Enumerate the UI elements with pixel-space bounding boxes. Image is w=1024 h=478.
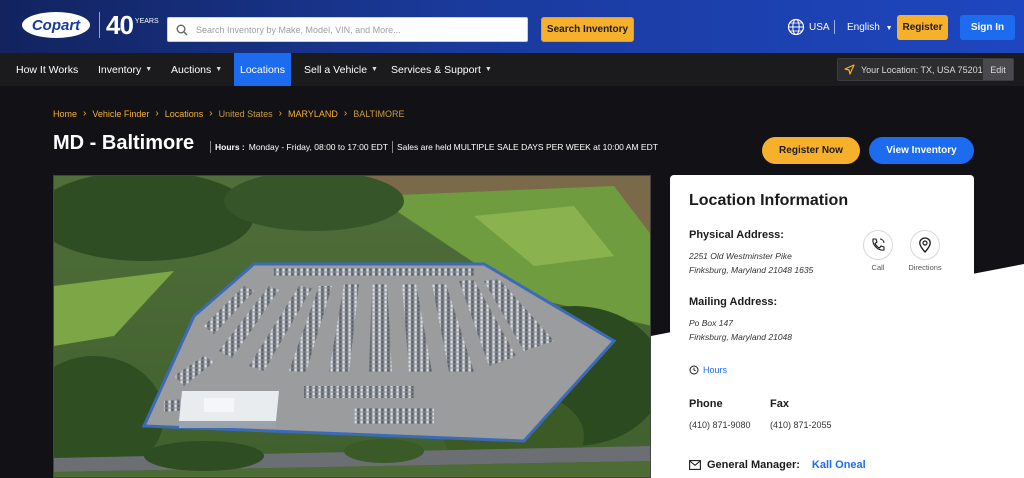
divider <box>391 141 393 153</box>
general-manager-row: General Manager: Kall Oneal <box>689 459 866 471</box>
page-title: MD - Baltimore <box>53 132 195 154</box>
your-location-box[interactable]: Your Location: TX, USA 75201 Edit <box>837 58 1014 81</box>
chevron-right-icon: › <box>343 108 348 119</box>
breadcrumb-maryland[interactable]: MARYLAND <box>288 109 338 119</box>
mailing-address-line2: Finksburg, Maryland 21048 <box>689 332 793 342</box>
top-header: Copart 40 YEARS Search Inventory USA Eng… <box>0 0 1024 53</box>
nav-inventory[interactable]: Inventory ▼ <box>98 53 152 86</box>
location-aerial-photo <box>53 175 651 478</box>
nav-label: Locations <box>240 63 285 76</box>
location-info-card: Location Information Physical Address: 2… <box>670 175 974 478</box>
fax-value: (410) 871-2055 <box>770 420 832 430</box>
phone-value[interactable]: (410) 871-9080 <box>689 420 751 430</box>
chevron-down-icon: ▼ <box>885 25 893 32</box>
breadcrumb: Home › Vehicle Finder › Locations › Unit… <box>53 108 405 119</box>
copart-logo[interactable]: Copart <box>22 12 90 38</box>
directions-button[interactable] <box>910 230 940 260</box>
language-selector[interactable]: English ▼ <box>847 22 893 33</box>
country-selector[interactable]: USA <box>809 22 830 33</box>
phone-icon <box>872 238 885 251</box>
globe-icon[interactable] <box>787 18 805 36</box>
view-inventory-button[interactable]: View Inventory <box>869 137 974 164</box>
search-bar[interactable] <box>167 17 528 42</box>
search-input[interactable] <box>196 24 516 35</box>
general-manager-label: General Manager: <box>707 459 800 471</box>
mailing-address-line1: Po Box 147 <box>689 318 733 328</box>
sign-in-button[interactable]: Sign In <box>960 15 1015 40</box>
mailing-address: Po Box 147 Finksburg, Maryland 21048 <box>689 316 792 344</box>
chevron-right-icon: › <box>83 108 87 119</box>
breadcrumb-united-states[interactable]: United States <box>219 109 273 119</box>
sales-note: Sales are held MULTIPLE SALE DAYS PER WE… <box>396 142 658 152</box>
breadcrumb-vehicle-finder[interactable]: Vehicle Finder <box>92 109 149 119</box>
mailing-address-label: Mailing Address: <box>689 296 778 308</box>
directions-label: Directions <box>908 263 942 272</box>
nav-label: Sell a Vehicle <box>304 63 368 76</box>
nav-label: Services & Support <box>391 63 481 76</box>
chevron-down-icon: ▼ <box>215 66 223 73</box>
nav-sell-a-vehicle[interactable]: Sell a Vehicle ▼ <box>304 53 378 86</box>
map-pin-icon <box>919 237 931 253</box>
chevron-down-icon: ▼ <box>145 66 153 73</box>
hours-value: Monday - Friday, 08:00 to 17:00 EDT <box>248 142 388 152</box>
fax-label: Fax <box>770 398 789 410</box>
phone-label: Phone <box>689 398 723 410</box>
nav-locations[interactable]: Locations <box>234 53 291 86</box>
nav-label: Auctions <box>171 63 212 76</box>
nav-how-it-works[interactable]: How It Works <box>16 53 78 86</box>
register-button[interactable]: Register <box>897 15 948 40</box>
breadcrumb-locations[interactable]: Locations <box>165 109 204 119</box>
divider <box>210 141 211 153</box>
chevron-right-icon: › <box>155 108 159 119</box>
nav-auctions[interactable]: Auctions ▼ <box>171 53 222 86</box>
anniversary-years: YEARS <box>134 18 159 25</box>
logo-divider <box>99 12 100 38</box>
mail-icon <box>689 460 701 470</box>
call-button[interactable] <box>863 230 893 260</box>
chevron-down-icon: ▼ <box>484 66 492 73</box>
physical-address-label: Physical Address: <box>689 229 784 241</box>
anniversary-badge: 40 YEARS <box>106 10 159 41</box>
header-separator <box>834 20 835 34</box>
register-now-button[interactable]: Register Now <box>762 137 860 164</box>
nav-label: How It Works <box>16 63 79 76</box>
anniversary-number: 40 <box>106 10 134 40</box>
main-nav: How It Works Inventory ▼ Auctions ▼ Loca… <box>0 53 1024 86</box>
your-location-text: Your Location: TX, USA 75201 <box>861 64 983 75</box>
hours-link[interactable]: Hours <box>689 365 727 375</box>
aerial-photo-drawing <box>54 176 650 477</box>
nav-label: Inventory <box>98 63 142 76</box>
location-info-heading: Location Information <box>689 192 849 209</box>
search-icon <box>176 24 188 35</box>
chevron-right-icon: › <box>209 108 213 119</box>
location-arrow-icon <box>844 64 855 75</box>
general-manager-name[interactable]: Kall Oneal <box>812 459 866 471</box>
physical-address: 2251 Old Westminster Pike Finksburg, Mar… <box>689 249 813 277</box>
physical-address-line1: 2251 Old Westminster Pike <box>689 251 792 261</box>
hours-link-label: Hours <box>703 365 728 375</box>
chevron-down-icon: ▼ <box>371 66 378 73</box>
edit-location-button[interactable]: Edit <box>983 59 1013 80</box>
call-label: Call <box>871 263 885 272</box>
hours-label: Hours : <box>215 142 245 152</box>
hours-line: Hours : Monday - Friday, 08:00 to 17:00 … <box>206 141 658 153</box>
breadcrumb-baltimore: BALTIMORE <box>353 108 405 119</box>
physical-address-line2: Finksburg, Maryland 21048 1635 <box>689 265 814 275</box>
search-inventory-button[interactable]: Search Inventory <box>541 17 634 42</box>
breadcrumb-home[interactable]: Home <box>53 109 77 119</box>
language-label: English <box>847 22 880 33</box>
chevron-right-icon: › <box>278 108 282 119</box>
nav-services-support[interactable]: Services & Support ▼ <box>391 53 492 86</box>
clock-icon <box>689 365 699 375</box>
